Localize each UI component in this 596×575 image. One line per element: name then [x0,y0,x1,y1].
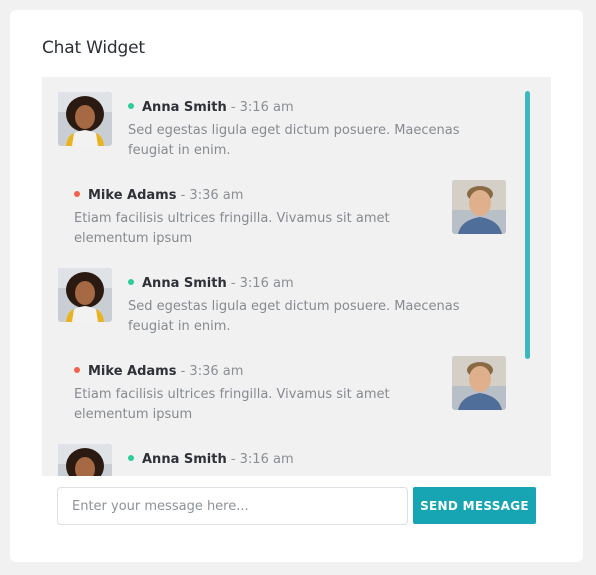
sender-name: Anna Smith [142,452,227,467]
message-meta: Mike Adams - 3:36 am [74,188,243,203]
sender-name: Mike Adams [88,364,177,379]
message-text: Sed egestas ligula eget dictum posuere. … [128,299,460,334]
message-time: - 3:36 am [176,188,244,203]
online-status-icon [128,455,134,461]
avatar-man-icon [452,180,506,234]
message-meta: Anna Smith - 3:16 am [128,100,294,115]
sender-name: Mike Adams [88,188,177,203]
message-meta: Mike Adams - 3:36 am [74,364,243,379]
message-time: - 3:16 am [226,452,294,467]
sender-name: Anna Smith [142,276,227,291]
send-message-button[interactable]: SEND MESSAGE [413,487,536,524]
sender-name: Anna Smith [142,100,227,115]
scrollbar-thumb[interactable] [525,91,530,359]
message-time: - 3:36 am [176,364,244,379]
chat-messages[interactable]: Anna Smith - 3:16 am Sed egestas ligula … [42,77,551,476]
avatar-woman-icon [58,92,112,146]
message-text: Etiam facilisis ultrices fringilla. Viva… [74,387,390,422]
message-meta: Anna Smith - 3:16 am [128,276,294,291]
message-meta: Anna Smith - 3:16 am [128,452,294,467]
avatar-man-icon [452,356,506,410]
message-time: - 3:16 am [226,100,294,115]
widget-title: Chat Widget [42,38,145,58]
away-status-icon [74,367,80,373]
message-text: Sed egestas ligula eget dictum posuere. … [128,123,460,158]
chat-widget-card: Chat Widget Anna Smith - 3:16 am Sed ege… [10,10,583,562]
avatar-woman-icon [58,444,112,476]
online-status-icon [128,103,134,109]
away-status-icon [74,191,80,197]
avatar-woman-icon [58,268,112,322]
message-input[interactable] [57,487,408,525]
online-status-icon [128,279,134,285]
message-time: - 3:16 am [226,276,294,291]
message-text: Etiam facilisis ultrices fringilla. Viva… [74,211,390,246]
